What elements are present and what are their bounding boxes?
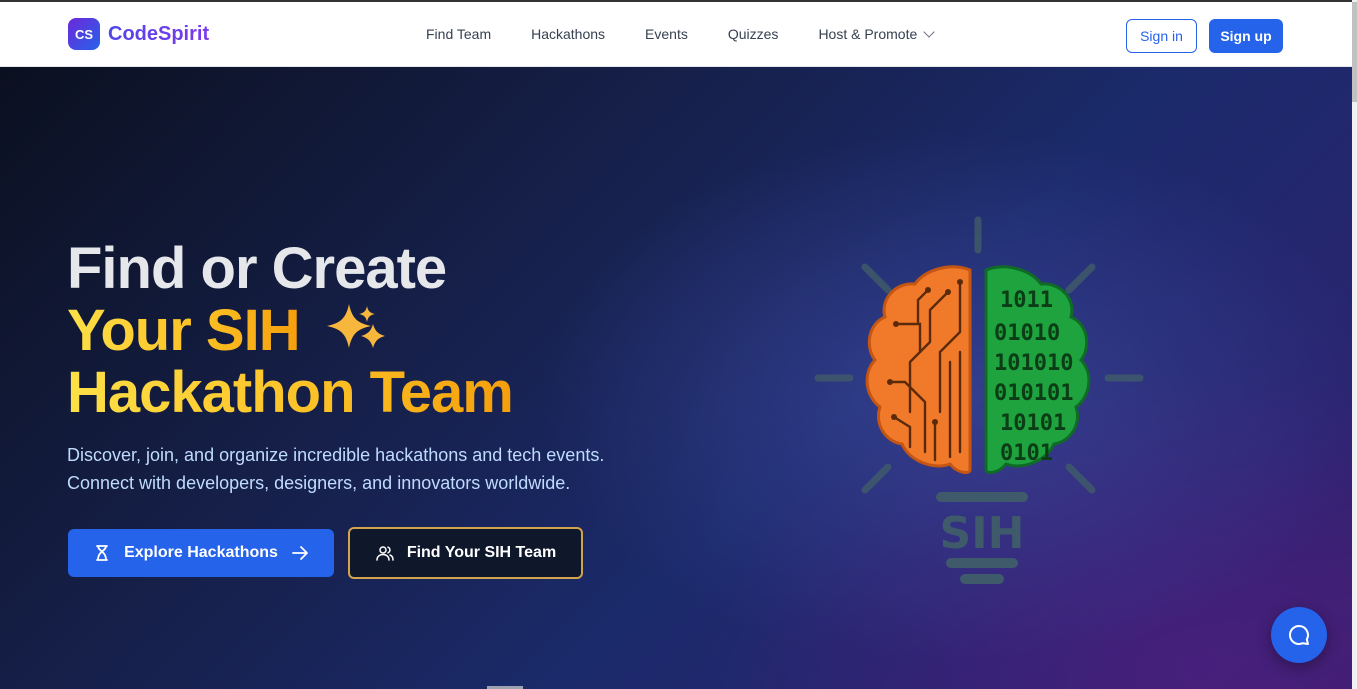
logo-badge: CS <box>68 18 100 50</box>
hero-subtitle-line2: Connect with developers, designers, and … <box>67 473 571 493</box>
top-navbar: CS CodeSpirit Find Team Hackathons Event… <box>0 0 1352 67</box>
chat-button[interactable] <box>1271 607 1327 663</box>
nav-hackathons[interactable]: Hackathons <box>531 26 605 42</box>
hero-heading-line3: Hackathon Team <box>67 360 514 425</box>
arrow-right-icon <box>292 546 308 560</box>
nav-host-promote-label: Host & Promote <box>818 26 918 42</box>
brand-logo[interactable]: CS CodeSpirit <box>68 18 209 50</box>
hero-heading-line1: Find or Create <box>67 236 447 301</box>
binary-row-5: 10101 <box>1000 411 1066 436</box>
users-icon <box>376 546 394 561</box>
hero-subtitle-line1: Discover, join, and organize incredible … <box>67 445 605 465</box>
brain-bulb-illustration: 1011 01010 101010 010101 10101 0101 SIH <box>814 216 1144 584</box>
hero-subtitle: Discover, join, and organize incredible … <box>67 441 687 497</box>
nav-quizzes[interactable]: Quizzes <box>728 26 779 42</box>
hero-heading-line2: Your SIH <box>67 298 301 363</box>
main-menu: Find Team Hackathons Events Quizzes Host… <box>426 26 935 42</box>
nav-host-promote[interactable]: Host & Promote <box>818 26 935 42</box>
explore-hackathons-button[interactable]: Explore Hackathons <box>68 529 334 577</box>
binary-row-3: 101010 <box>994 351 1073 376</box>
nav-find-team[interactable]: Find Team <box>426 26 491 42</box>
chat-bubble-icon <box>1289 625 1309 645</box>
brand-name: CodeSpirit <box>108 22 210 45</box>
binary-row-6: 0101 <box>1000 441 1053 466</box>
chevron-down-icon <box>923 26 935 38</box>
trophy-icon <box>96 545 108 561</box>
nav-events[interactable]: Events <box>645 26 688 42</box>
scrollbar-thumb[interactable] <box>1352 2 1357 102</box>
explore-hackathons-label: Explore Hackathons <box>124 544 278 561</box>
find-sih-team-button[interactable]: Find Your SIH Team <box>348 527 583 579</box>
binary-row-2: 01010 <box>994 321 1060 346</box>
sih-label: SIH <box>940 508 1025 559</box>
hero-heading: Find or Create Your SIH Hackathon Team <box>67 236 514 425</box>
binary-row-4: 010101 <box>994 381 1073 406</box>
sign-up-button[interactable]: Sign up <box>1209 19 1283 53</box>
scrollbar-track[interactable] <box>1352 0 1357 689</box>
find-sih-team-label: Find Your SIH Team <box>406 544 557 561</box>
sparkle-icon <box>326 303 385 348</box>
sign-in-button[interactable]: Sign in <box>1126 19 1197 53</box>
binary-row-1: 1011 <box>1000 288 1053 313</box>
